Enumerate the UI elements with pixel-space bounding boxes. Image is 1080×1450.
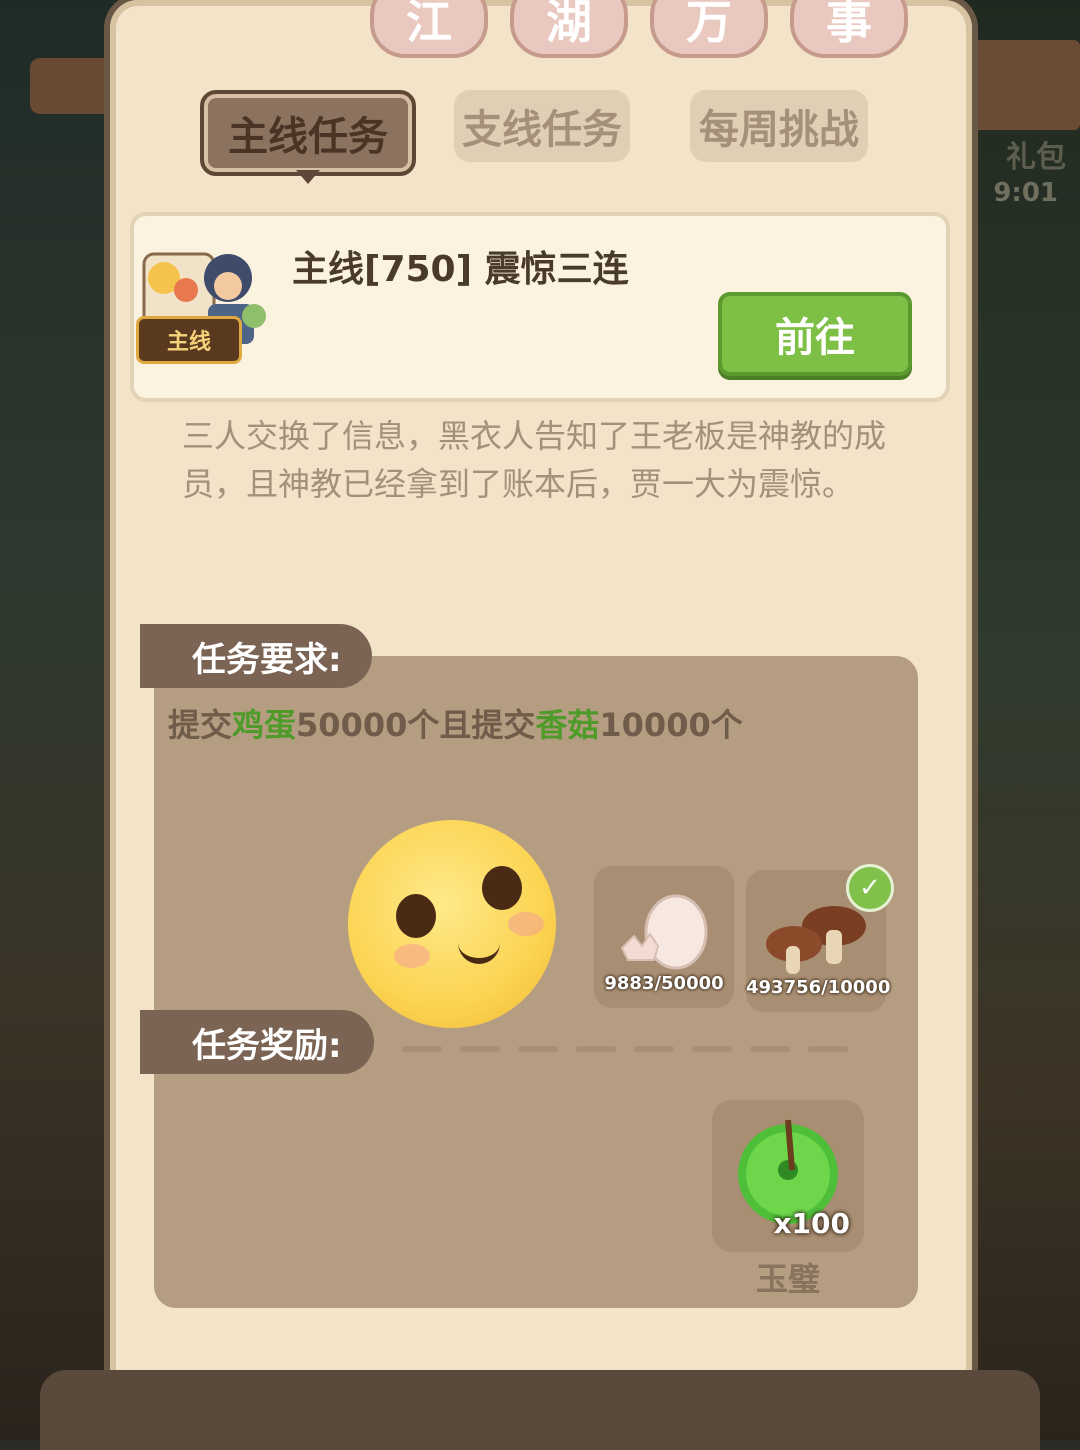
title-char-4: 事 — [790, 0, 908, 58]
background-right — [960, 0, 1080, 1440]
quest-title: 主线[750] 震惊三连 — [292, 249, 629, 290]
main-quest-badge: 主线 — [136, 316, 242, 364]
background-beam-right — [970, 40, 1080, 130]
egg-item-slot[interactable]: 9883/50000 — [594, 866, 734, 1008]
goto-button[interactable]: 前往 — [718, 292, 912, 376]
dash-divider — [750, 1046, 790, 1052]
emoji-right-eye — [482, 866, 522, 910]
reward-quantity: x100 — [773, 1207, 850, 1240]
requirement-label: 任务要求: — [140, 624, 372, 688]
quest-description: 三人交换了信息，黑衣人告知了王老板是神教的成员，且神教已经拿到了账本后，贾一大为… — [182, 417, 887, 503]
emoji-mouth — [458, 938, 500, 964]
reward-item-slot[interactable]: x100 — [712, 1100, 864, 1252]
title-char-2: 湖 — [510, 0, 628, 58]
emoji-right-blush — [508, 912, 544, 936]
quest-character-icon: 主线 — [136, 234, 270, 364]
req-part-middle: 50000个且提交 — [296, 706, 536, 744]
bottom-decoration — [40, 1370, 1040, 1450]
background-left — [0, 0, 120, 1440]
title-char-3: 万 — [650, 0, 768, 58]
egg-progress: 9883/50000 — [604, 973, 724, 994]
title-char-1: 江 — [370, 0, 488, 58]
panel-title: 江 湖 万 事 — [370, 0, 930, 60]
tab-weekly-challenge[interactable]: 每周挑战 — [690, 90, 868, 162]
smiley-emoji-icon — [348, 820, 556, 1028]
req-part-submit: 提交 — [168, 706, 233, 744]
reward-name: 玉璧 — [755, 1260, 820, 1298]
tab-side-quests[interactable]: 支线任务 — [454, 90, 630, 162]
egg-icon — [620, 894, 708, 970]
dash-divider — [460, 1046, 500, 1052]
completed-check-icon: ✓ — [846, 864, 894, 912]
reward-label: 任务奖励: — [140, 1010, 374, 1074]
dash-divider — [692, 1046, 732, 1052]
gift-timer: 9:01 — [993, 178, 1058, 208]
emoji-left-eye — [396, 894, 436, 938]
req-item-mushroom: 香菇 — [535, 706, 600, 744]
mushroom-progress: 493756/10000 — [746, 977, 891, 998]
dash-divider — [576, 1046, 616, 1052]
dash-divider — [518, 1046, 558, 1052]
active-tab-pointer — [296, 170, 320, 184]
dash-divider — [402, 1046, 442, 1052]
dash-divider — [634, 1046, 674, 1052]
gift-label[interactable]: 礼包 — [1006, 132, 1066, 176]
dash-divider — [808, 1046, 848, 1052]
req-part-end: 10000个 — [599, 706, 743, 744]
requirement-text: 提交鸡蛋50000个且提交香菇10000个 — [168, 700, 743, 746]
req-item-egg: 鸡蛋 — [232, 706, 297, 744]
tab-main-quests[interactable]: 主线任务 — [200, 90, 416, 176]
emoji-left-blush — [394, 944, 430, 968]
